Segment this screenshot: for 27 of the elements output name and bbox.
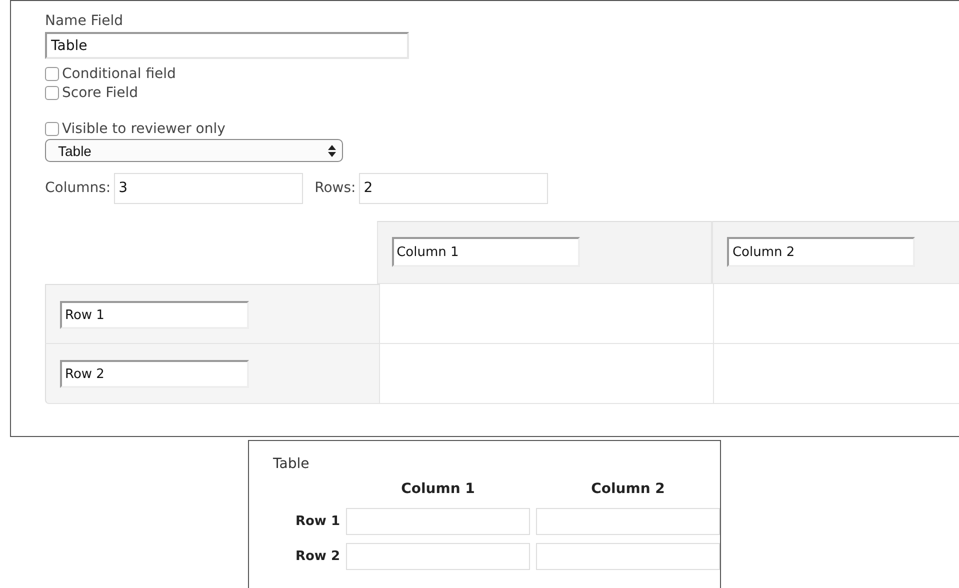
row-header: Row 2 bbox=[294, 549, 340, 564]
column-header: Column 1 bbox=[400, 480, 476, 499]
field-label: Rows: bbox=[314, 180, 356, 196]
field-label: Name Field bbox=[45, 12, 124, 30]
checkbox[interactable] bbox=[45, 66, 59, 80]
input-field[interactable]: Row 2 bbox=[60, 360, 249, 388]
checkbox[interactable] bbox=[45, 86, 59, 100]
input-field[interactable] bbox=[536, 508, 720, 535]
column-header: Column 2 bbox=[590, 480, 666, 499]
input-field[interactable]: Column 1 bbox=[392, 237, 580, 267]
input-field[interactable] bbox=[346, 508, 530, 535]
input-field[interactable]: 2 bbox=[358, 172, 548, 204]
checkbox[interactable] bbox=[45, 122, 59, 136]
checkbox-label: Conditional field bbox=[62, 66, 176, 82]
input-field[interactable]: Table bbox=[45, 32, 409, 59]
input-field[interactable]: Column 2 bbox=[727, 237, 916, 267]
type-dropdown[interactable]: Table bbox=[45, 139, 343, 162]
input-field[interactable]: 3 bbox=[114, 172, 303, 204]
row-header: Row 1 bbox=[294, 514, 340, 529]
up-down-arrow-icon bbox=[328, 144, 336, 156]
checkbox-label: Score Field bbox=[62, 84, 138, 100]
input-field[interactable] bbox=[536, 543, 720, 570]
input-field[interactable] bbox=[346, 543, 530, 570]
field-label: Columns: bbox=[45, 180, 111, 196]
input-field[interactable]: Row 1 bbox=[60, 301, 249, 329]
checkbox-label: Visible to reviewer only bbox=[62, 120, 226, 136]
preview-title: Table bbox=[273, 455, 310, 473]
